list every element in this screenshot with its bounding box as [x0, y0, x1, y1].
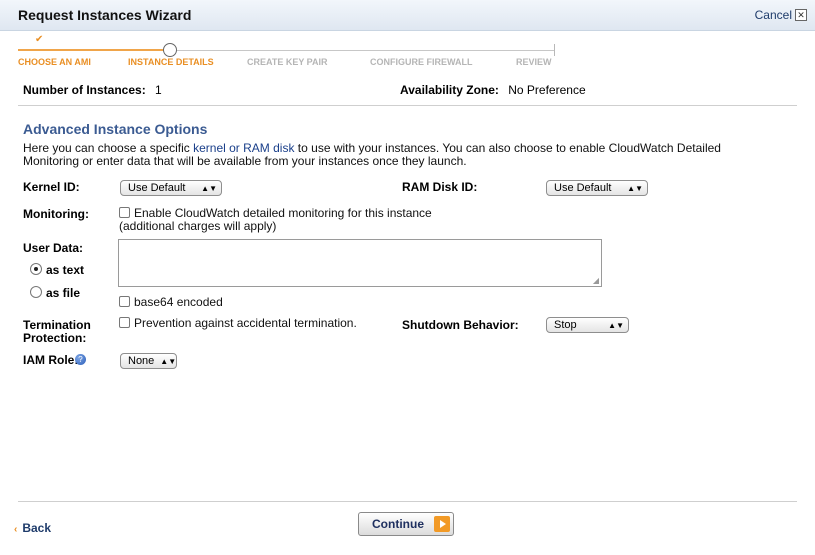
termination-label-line1: Termination	[23, 318, 91, 332]
continue-label: Continue	[372, 517, 424, 531]
select-arrows-icon: ▲▼	[608, 320, 624, 330]
termination-text: Prevention against accidental terminatio…	[134, 316, 357, 330]
progress-track-end	[554, 44, 555, 56]
as-text-label: as text	[46, 263, 85, 277]
user-data-label: User Data:	[23, 241, 84, 255]
ramdisk-select-value: Use Default	[554, 182, 612, 194]
ramdisk-select[interactable]: Use Default ▲▼	[546, 180, 648, 196]
iam-role-select[interactable]: None ▲▼	[120, 353, 177, 369]
instances-value: 1	[155, 83, 162, 97]
termination-label-line2: Protection:	[23, 331, 87, 345]
help-icon[interactable]: ?	[75, 354, 86, 365]
step-review: REVIEW	[516, 57, 552, 67]
divider	[18, 105, 797, 106]
zone-value: No Preference	[508, 83, 586, 97]
kernel-select-value: Use Default	[128, 182, 186, 194]
as-file-radio[interactable]	[30, 286, 42, 298]
shutdown-select-value: Stop	[554, 319, 577, 331]
section-description: Here you can choose a specific kernel or…	[23, 142, 773, 168]
step-complete-check-icon: ✔	[35, 34, 44, 45]
base64-label: base64 encoded	[134, 295, 223, 309]
back-label: Back	[22, 521, 52, 535]
continue-button[interactable]: Continue	[358, 512, 454, 536]
user-data-textarea[interactable]: ◢	[118, 239, 602, 287]
cancel-label: Cancel	[754, 8, 792, 22]
base64-checkbox[interactable]	[119, 296, 130, 307]
back-button[interactable]: ‹ Back	[14, 521, 51, 535]
step-create-key-pair: CREATE KEY PAIR	[247, 57, 328, 67]
wizard-header: Request Instances Wizard Cancel ✕	[0, 0, 815, 31]
wizard-steps: ✔ CHOOSE AN AMI INSTANCE DETAILS CREATE …	[0, 30, 815, 72]
instances-summary: Number of Instances: 1	[23, 83, 162, 97]
cancel-button[interactable]: Cancel ✕	[755, 8, 807, 22]
kernel-label: Kernel ID:	[23, 180, 80, 194]
progress-track-remaining	[176, 50, 554, 51]
arrow-right-icon	[434, 516, 450, 532]
monitoring-text: Enable CloudWatch detailed monitoring fo…	[134, 206, 432, 220]
select-arrows-icon: ▲▼	[627, 183, 643, 193]
progress-track-complete	[18, 49, 170, 51]
chevron-left-icon: ‹	[14, 524, 18, 535]
current-step-indicator	[163, 43, 177, 57]
monitoring-checkbox[interactable]	[119, 207, 130, 218]
ramdisk-label: RAM Disk ID:	[402, 180, 478, 194]
zone-summary: Availability Zone: No Preference	[400, 83, 586, 97]
section-title: Advanced Instance Options	[23, 121, 208, 137]
wizard-title: Request Instances Wizard	[18, 7, 192, 23]
shutdown-select[interactable]: Stop ▲▼	[546, 317, 629, 333]
step-instance-details: INSTANCE DETAILS	[128, 57, 214, 67]
iam-role-label: IAM Role:	[23, 353, 79, 367]
description-text-start: Here you can choose a specific	[23, 141, 194, 155]
termination-checkbox[interactable]	[119, 317, 130, 328]
shutdown-label: Shutdown Behavior:	[402, 318, 519, 332]
additional-charges-link[interactable]: (additional charges will apply)	[119, 219, 276, 233]
as-text-radio[interactable]	[30, 263, 42, 275]
kernel-ramdisk-link[interactable]: kernel or RAM disk	[193, 141, 294, 155]
kernel-select[interactable]: Use Default ▲▼	[120, 180, 222, 196]
footer-divider	[18, 501, 797, 502]
close-icon[interactable]: ✕	[795, 9, 807, 21]
iam-role-select-value: None	[128, 355, 155, 367]
step-configure-firewall: CONFIGURE FIREWALL	[370, 57, 473, 67]
resize-grip-icon[interactable]: ◢	[593, 276, 599, 285]
select-arrows-icon: ▲▼	[201, 183, 217, 193]
zone-label: Availability Zone:	[400, 83, 499, 97]
as-file-label: as file	[46, 286, 81, 300]
select-arrows-icon: ▲▼	[160, 356, 177, 366]
step-choose-ami[interactable]: CHOOSE AN AMI	[18, 57, 91, 67]
monitoring-label: Monitoring:	[23, 207, 89, 221]
instances-label: Number of Instances:	[23, 83, 146, 97]
